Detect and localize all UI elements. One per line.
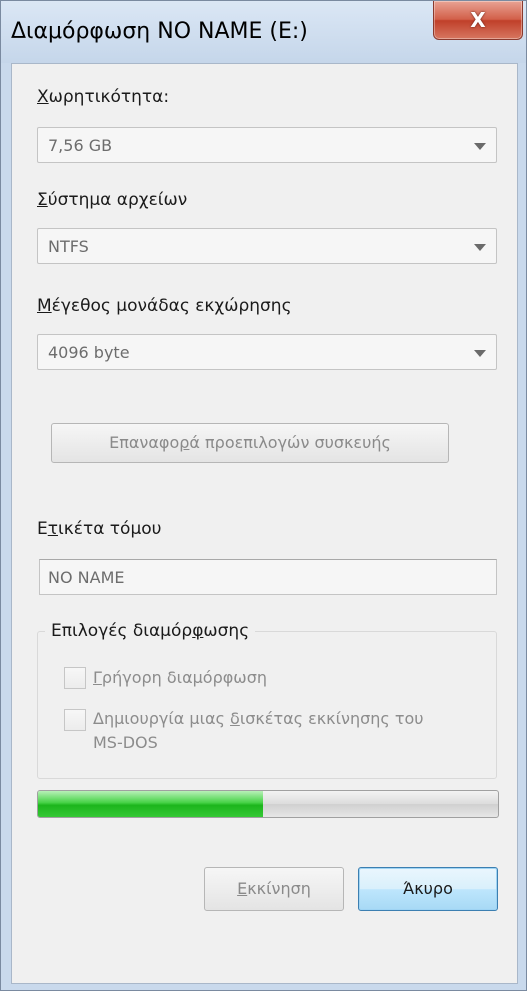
progress-fill <box>38 791 264 817</box>
volume-label-label: Ετικέτα τόμου <box>37 519 162 539</box>
allocation-unit-select[interactable]: 4096 byte <box>37 334 497 370</box>
volume-label-value: NO NAME <box>48 568 125 587</box>
msdos-startup-disk-label: Δημιουργία μιας δισκέτας εκκίνησης του M… <box>93 709 424 752</box>
chevron-down-icon <box>474 143 486 150</box>
format-dialog: Διαμόρφωση NO NAME (E:) X Χωρητικότητα: … <box>0 0 527 991</box>
chevron-down-icon <box>474 350 486 357</box>
window-title: Διαμόρφωση NO NAME (E:) <box>11 19 308 44</box>
file-system-select[interactable]: NTFS <box>37 228 497 264</box>
close-button[interactable]: X <box>433 1 523 40</box>
file-system-label: Σύστημα αρχείων <box>37 190 188 210</box>
cancel-button[interactable]: Άκυρο <box>358 867 498 911</box>
start-button[interactable]: Εκκίνηση <box>204 867 344 911</box>
capacity-select[interactable]: 7,56 GB <box>37 127 497 163</box>
quick-format-label: Γρήγορη διαμόρφωση <box>93 668 267 687</box>
restore-defaults-button[interactable]: Επαναφορά προεπιλογών συσκευής <box>51 423 449 463</box>
chevron-down-icon <box>474 244 486 251</box>
capacity-label: Χωρητικότητα: <box>37 87 170 107</box>
format-progress-bar <box>37 790 499 818</box>
file-system-value: NTFS <box>48 237 89 256</box>
allocation-unit-value: 4096 byte <box>48 343 130 362</box>
volume-label-input[interactable]: NO NAME <box>39 559 497 595</box>
format-options-title: Επιλογές διαμόρφωσης <box>45 621 256 641</box>
format-options-group <box>37 631 497 779</box>
capacity-value: 7,56 GB <box>48 136 113 155</box>
quick-format-checkbox[interactable] <box>64 667 86 689</box>
msdos-startup-disk-checkbox[interactable] <box>64 709 86 731</box>
close-icon: X <box>470 8 486 32</box>
allocation-unit-label: Μέγεθος μονάδας εκχώρησης <box>37 296 292 316</box>
